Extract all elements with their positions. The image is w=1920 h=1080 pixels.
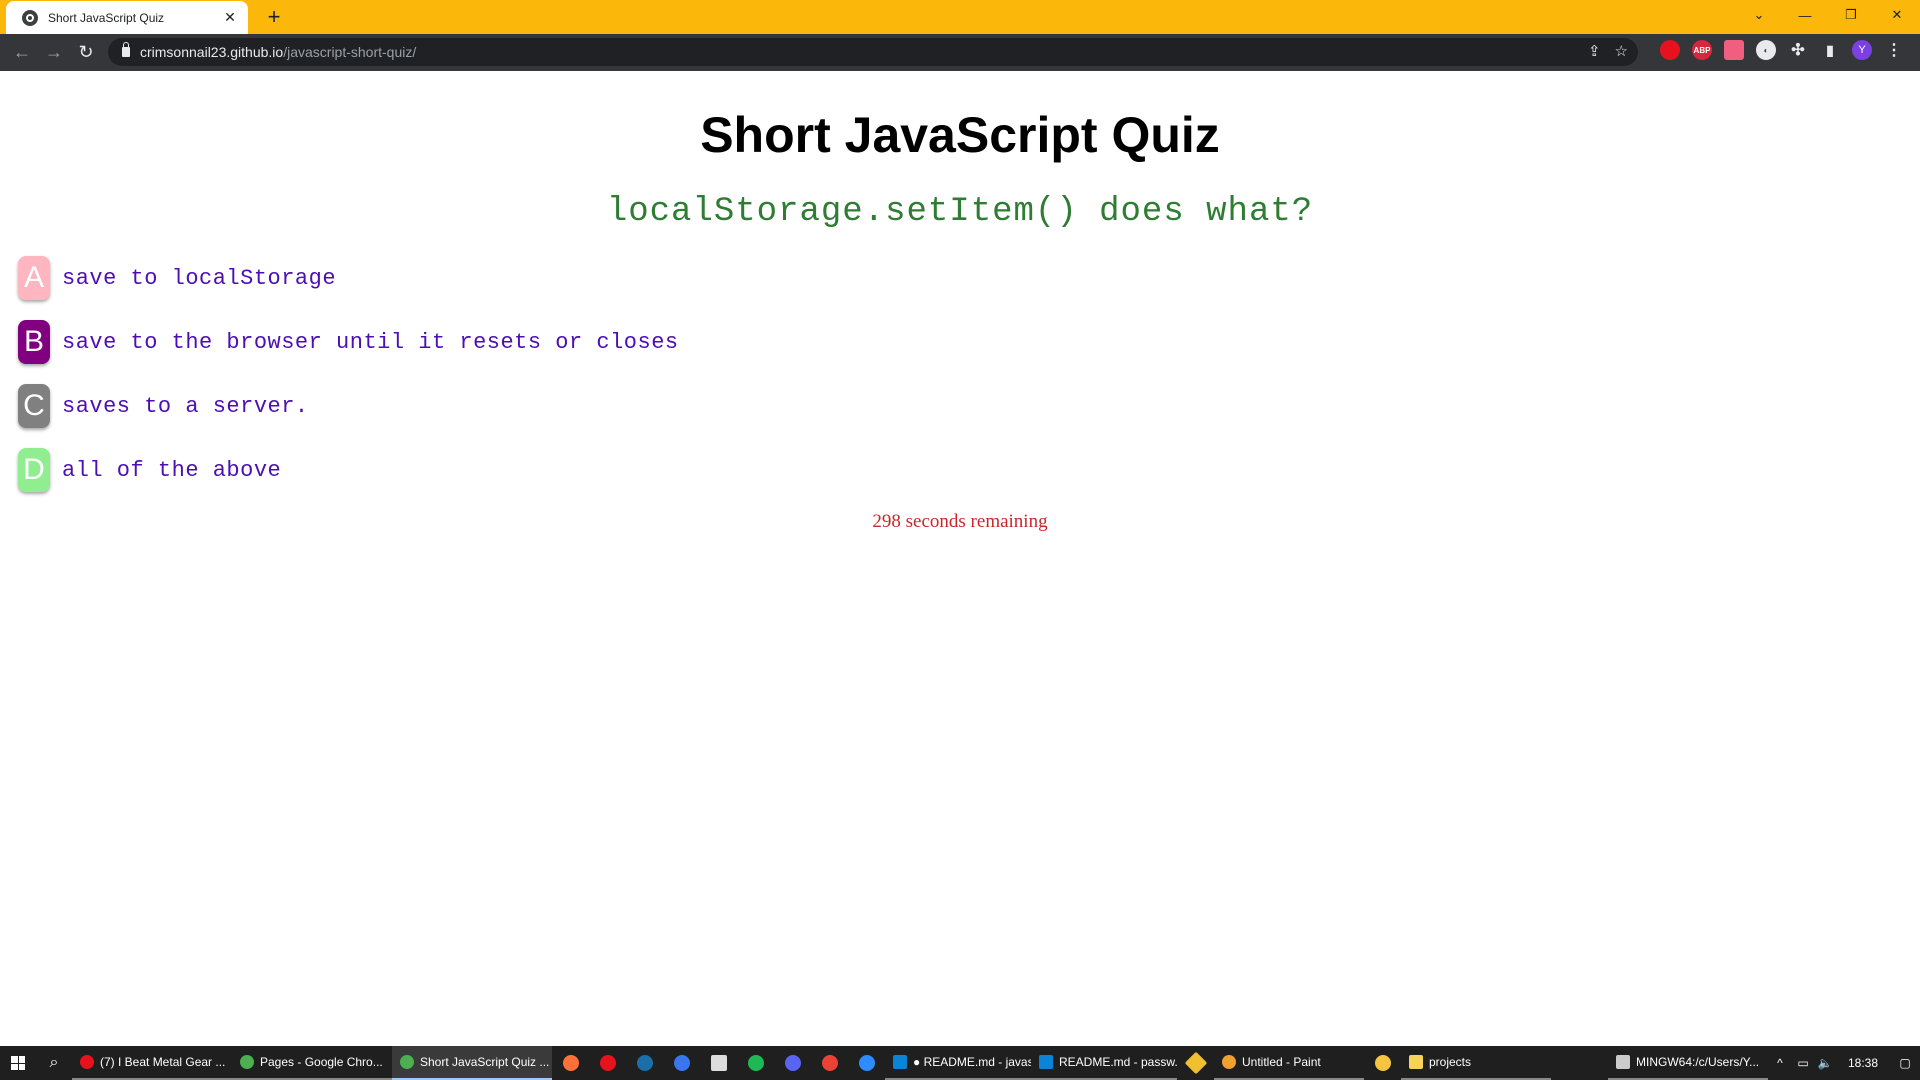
tab-title: Short JavaScript Quiz xyxy=(48,10,165,25)
url-host: crimsonnail23.github.io xyxy=(140,44,284,60)
vscode-icon xyxy=(1039,1055,1053,1069)
share-icon[interactable]: ⇪ xyxy=(1588,42,1601,60)
taskbar-item-paint[interactable]: Untitled - Paint xyxy=(1214,1046,1364,1080)
taskbar-label: Short JavaScript Quiz ... xyxy=(420,1055,550,1069)
terminal-icon xyxy=(1616,1055,1630,1069)
extension-icons: ABP ◐ ✣ ▮ Y ⋮ xyxy=(1660,40,1904,60)
page-content: Short JavaScript Quiz localStorage.setIt… xyxy=(0,71,1920,1046)
taskbar-item-chrome-quiz[interactable]: Short JavaScript Quiz ... xyxy=(392,1046,552,1080)
taskbar-item-opera-video[interactable]: (7) I Beat Metal Gear ... xyxy=(72,1046,232,1080)
answer-badge-c[interactable]: C xyxy=(18,384,50,428)
answer-list: A save to localStorage B save to the bro… xyxy=(18,246,679,502)
address-bar[interactable]: crimsonnail23.github.io /javascript-shor… xyxy=(108,38,1638,66)
browser-tab[interactable]: Short JavaScript Quiz ✕ xyxy=(6,1,248,34)
quiz-title: Short JavaScript Quiz xyxy=(700,107,1220,163)
chrome-canary-icon[interactable] xyxy=(1364,1046,1401,1080)
profile-avatar[interactable]: Y xyxy=(1852,40,1872,60)
extension-dark-mode-icon[interactable]: ◐ xyxy=(1756,40,1776,60)
taskbar-item-mingw64[interactable]: MINGW64:/c/Users/Y... xyxy=(1608,1046,1768,1080)
discord-icon[interactable] xyxy=(774,1046,811,1080)
answer-text-d: all of the above xyxy=(62,457,282,483)
bookmark-star-icon[interactable]: ☆ xyxy=(1615,42,1628,60)
tab-strip: Short JavaScript Quiz ✕ + ⌄ — ❐ ✕ xyxy=(0,0,1920,34)
back-icon[interactable]: ← xyxy=(6,37,38,69)
windows-taskbar: ⌕ (7) I Beat Metal Gear ... Pages - Goog… xyxy=(0,1046,1920,1080)
menu-kebab-icon[interactable]: ⋮ xyxy=(1884,40,1904,60)
epic-games-icon[interactable] xyxy=(700,1046,737,1080)
extensions-puzzle-icon[interactable]: ✣ xyxy=(1788,40,1808,60)
notifications-icon[interactable]: ▢ xyxy=(1890,1056,1920,1070)
opera-icon xyxy=(80,1055,94,1069)
taskbar-label: Pages - Google Chro... xyxy=(260,1055,383,1069)
extension-pink-icon[interactable] xyxy=(1724,40,1744,60)
git-icon[interactable] xyxy=(1177,1046,1214,1080)
start-button[interactable] xyxy=(0,1046,36,1080)
timer-text: 298 seconds remaining xyxy=(872,511,1048,532)
taskbar-item-vscode-password[interactable]: README.md - passw... xyxy=(1031,1046,1177,1080)
answer-text-c: saves to a server. xyxy=(62,393,309,419)
system-tray: MINGW64:/c/Users/Y... ^ ▭ 🔈 18:38 ▢ xyxy=(1608,1046,1920,1080)
answer-text-b: save to the browser until it resets or c… xyxy=(62,329,679,355)
url-path: /javascript-short-quiz/ xyxy=(283,44,417,60)
vscode-icon xyxy=(893,1055,907,1069)
answer-option-c[interactable]: C saves to a server. xyxy=(18,374,679,438)
chrome-icon xyxy=(240,1055,254,1069)
window-controls: ⌄ — ❐ ✕ xyxy=(1736,0,1920,30)
restore-icon[interactable]: ❐ xyxy=(1828,0,1874,30)
close-window-icon[interactable]: ✕ xyxy=(1874,0,1920,30)
steam-icon[interactable] xyxy=(626,1046,663,1080)
github-favicon-icon xyxy=(22,9,38,26)
answer-badge-a[interactable]: A xyxy=(18,256,50,300)
tray-chevron-up-icon[interactable]: ^ xyxy=(1768,1056,1792,1070)
chrome-icon xyxy=(400,1055,414,1069)
taskbar-item-chrome-pages[interactable]: Pages - Google Chro... xyxy=(232,1046,392,1080)
spotify-icon[interactable] xyxy=(737,1046,774,1080)
side-panel-icon[interactable]: ▮ xyxy=(1820,40,1840,60)
taskbar-label: README.md - passw... xyxy=(1059,1055,1177,1069)
folder-icon xyxy=(1409,1055,1423,1069)
reload-icon[interactable]: ↻ xyxy=(70,37,102,69)
answer-badge-b[interactable]: B xyxy=(18,320,50,364)
taskbar-item-projects-folder[interactable]: projects xyxy=(1401,1046,1551,1080)
answer-text-a: save to localStorage xyxy=(62,265,337,291)
omnibox-actions: ⇪ ☆ xyxy=(1588,42,1628,60)
paint-icon xyxy=(1222,1055,1236,1069)
taskbar-label: Untitled - Paint xyxy=(1242,1055,1321,1069)
new-tab-button[interactable]: + xyxy=(260,4,288,32)
answer-option-a[interactable]: A save to localStorage xyxy=(18,246,679,310)
answer-option-d[interactable]: D all of the above xyxy=(18,438,679,502)
answer-option-b[interactable]: B save to the browser until it resets or… xyxy=(18,310,679,374)
taskbar-label: MINGW64:/c/Users/Y... xyxy=(1636,1055,1760,1069)
taskbar-label: projects xyxy=(1429,1055,1472,1069)
minimize-icon[interactable]: — xyxy=(1782,0,1828,30)
clock[interactable]: 18:38 xyxy=(1836,1056,1890,1070)
signal-icon[interactable] xyxy=(663,1046,700,1080)
tab-search-icon[interactable]: ⌄ xyxy=(1736,0,1782,30)
search-icon[interactable]: ⌕ xyxy=(36,1046,72,1080)
tab-close-icon[interactable]: ✕ xyxy=(222,9,238,26)
taskbar-item-vscode-javascript[interactable]: ● README.md - javas... xyxy=(885,1046,1031,1080)
taskbar-label: (7) I Beat Metal Gear ... xyxy=(100,1055,226,1069)
taskbar-label: ● README.md - javas... xyxy=(913,1055,1031,1069)
forward-icon[interactable]: → xyxy=(38,37,70,69)
volume-icon[interactable]: 🔈 xyxy=(1814,1056,1836,1070)
adblock-plus-icon[interactable]: ABP xyxy=(1692,40,1712,60)
lock-icon[interactable] xyxy=(122,42,130,57)
question-text: localStorage.setItem() does what? xyxy=(606,193,1314,231)
extension-red-icon[interactable] xyxy=(1660,40,1680,60)
opera-pinned-icon[interactable] xyxy=(589,1046,626,1080)
chrome-pinned-icon[interactable] xyxy=(811,1046,848,1080)
firefox-icon[interactable] xyxy=(552,1046,589,1080)
answer-badge-d[interactable]: D xyxy=(18,448,50,492)
windows-logo-icon xyxy=(11,1056,25,1070)
network-icon[interactable]: ▭ xyxy=(1792,1056,1814,1070)
browser-toolbar: ← → ↻ crimsonnail23.github.io /javascrip… xyxy=(0,34,1920,71)
zoom-icon[interactable] xyxy=(848,1046,885,1080)
